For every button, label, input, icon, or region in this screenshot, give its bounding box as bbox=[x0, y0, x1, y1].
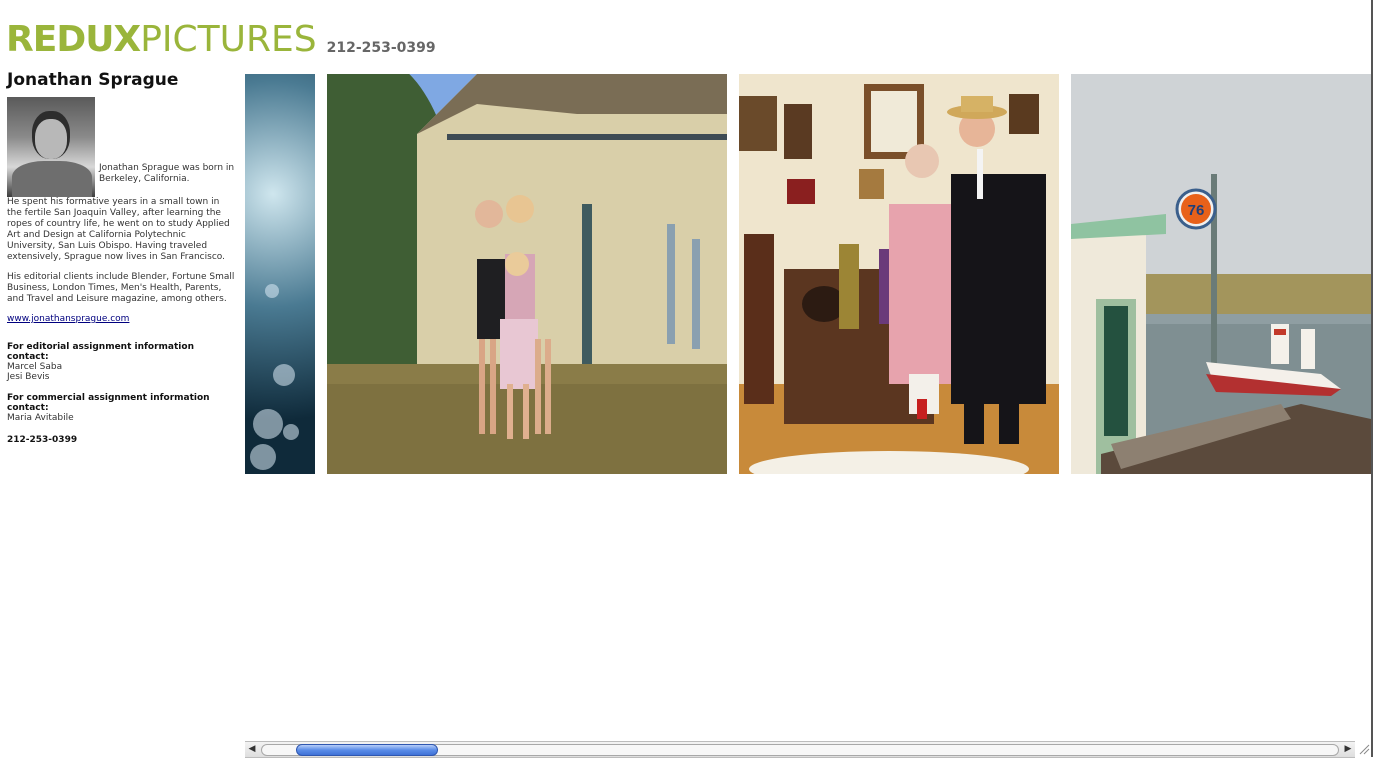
gallery-photo-elderly-couple[interactable] bbox=[739, 74, 1059, 474]
site-header: REDUXPICTURES 212-253-0399 bbox=[6, 18, 436, 58]
resize-grip-icon[interactable] bbox=[1358, 743, 1370, 755]
editorial-contact-heading: For editorial assignment information con… bbox=[7, 342, 194, 362]
contact-name: Maria Avitabile bbox=[7, 413, 74, 423]
photo-gallery[interactable]: 76 bbox=[245, 74, 1371, 474]
bio-paragraph-2: His editorial clients include Blender, F… bbox=[7, 272, 235, 304]
contact-name: Jesi Bevis bbox=[7, 372, 50, 382]
logo-light-text: PICTURES bbox=[140, 19, 317, 60]
contact-phone: 212-253-0399 bbox=[7, 435, 78, 445]
scroll-thumb[interactable] bbox=[296, 744, 438, 756]
scroll-right-arrow-icon[interactable]: ▶ bbox=[1341, 742, 1355, 757]
gallery-photo-underwater[interactable] bbox=[245, 74, 315, 474]
bio-paragraph-1: He spent his formative years in a small … bbox=[7, 197, 230, 262]
bio: Jonathan Sprague was born in Berkeley, C… bbox=[7, 97, 235, 305]
logo-bold-text: REDUX bbox=[6, 19, 141, 60]
gallery-photo-girls-by-house[interactable] bbox=[327, 74, 727, 474]
editorial-contact: For editorial assignment information con… bbox=[7, 342, 235, 382]
contact-name: Marcel Saba bbox=[7, 362, 63, 372]
scroll-left-arrow-icon[interactable]: ◀ bbox=[245, 742, 259, 757]
scroll-track[interactable] bbox=[261, 744, 1339, 756]
gas-sign-76-label: 76 bbox=[1188, 202, 1205, 219]
photographer-portrait bbox=[7, 97, 95, 197]
header-phone: 212-253-0399 bbox=[326, 40, 436, 56]
horizontal-scrollbar[interactable]: ◀ ▶ bbox=[245, 741, 1355, 758]
website-link[interactable]: www.jonathansprague.com bbox=[7, 314, 235, 324]
redux-pictures-logo[interactable]: REDUXPICTURES bbox=[6, 22, 317, 58]
photographer-name: Jonathan Sprague bbox=[7, 70, 179, 90]
photographer-sidebar: Jonathan Sprague Jonathan Sprague was bo… bbox=[7, 70, 235, 445]
gallery-photo-gas-dock[interactable]: 76 bbox=[1071, 74, 1371, 474]
commercial-contact: For commercial assignment information co… bbox=[7, 393, 235, 423]
commercial-contact-heading: For commercial assignment information co… bbox=[7, 393, 210, 413]
